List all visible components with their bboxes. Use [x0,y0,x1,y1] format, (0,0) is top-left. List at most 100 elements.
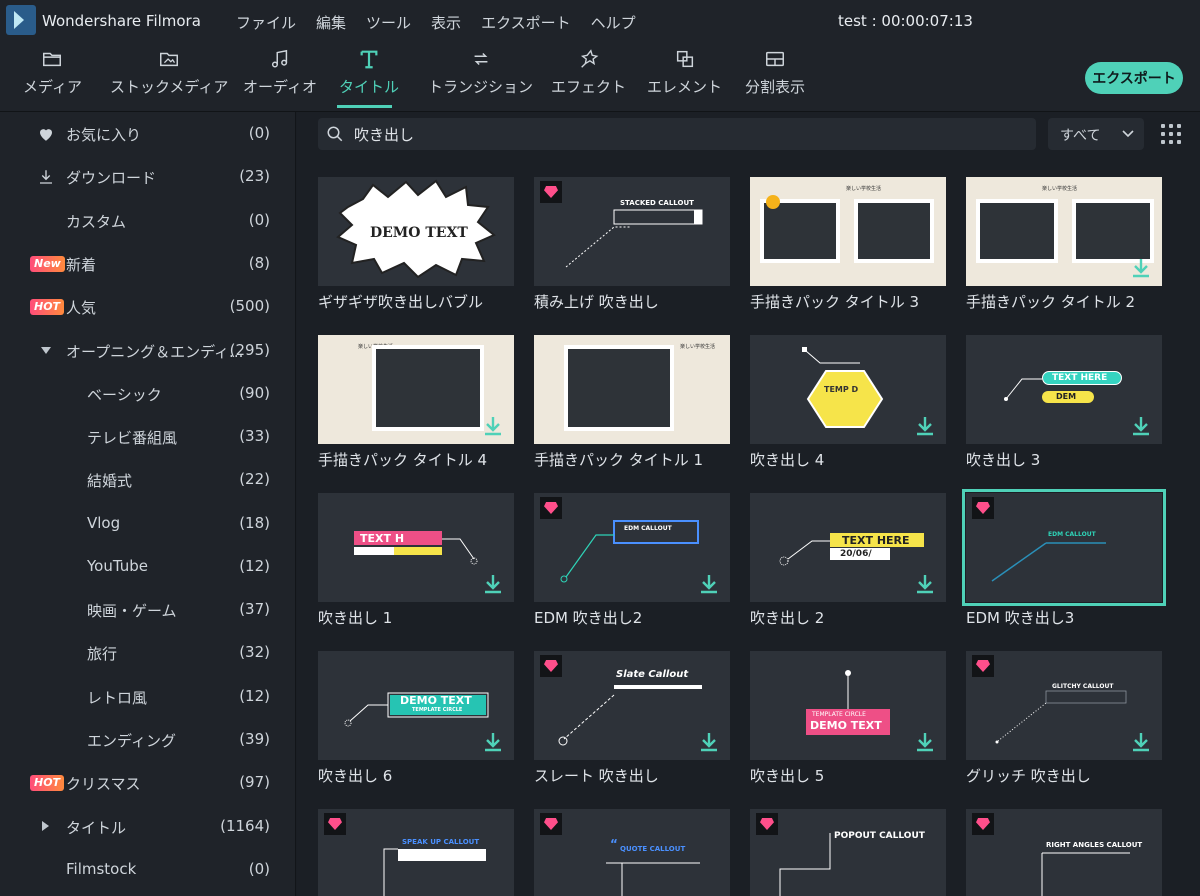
export-button[interactable]: エクスポート [1085,62,1183,94]
sidebar-item-download[interactable]: ダウンロード (23) [0,157,290,197]
expand-caret-icon[interactable] [42,821,49,831]
menu-tools[interactable]: ツール [366,12,411,33]
tool-stock-media[interactable]: ストックメディア [110,48,228,97]
thumb-text: TEMP D [824,385,859,394]
menu-edit[interactable]: 編集 [316,12,346,33]
sidebar-item-title[interactable]: タイトル (1164) [0,807,290,847]
menu-export[interactable]: エクスポート [481,12,571,33]
split-screen-icon [766,51,784,67]
thumb-text: TEXT HERE [1052,373,1108,383]
download-icon[interactable] [916,416,934,436]
sidebar-label: テレビ番組風 [87,429,178,447]
menu-view[interactable]: 表示 [431,12,461,33]
thumbnail: TEMPLATE CIRCLE DEMO TEXT [750,651,946,760]
menu-file[interactable]: ファイル [236,12,296,33]
thumbnail: “ QUOTE CALLOUT [534,809,730,896]
sidebar-item-new[interactable]: New 新着 (8) [0,244,290,284]
sidebar-subitem-vlog[interactable]: Vlog (18) [0,504,290,544]
filmora-logo-icon [6,5,36,35]
project-title: test : 00:00:07:13 [838,12,973,30]
callout-line-graphic [1041,852,1130,896]
title-t-icon [360,50,378,69]
tool-label: ストックメディア [110,78,229,96]
download-icon [40,170,52,184]
thumbnail: STACKED CALLOUT [534,177,730,286]
thumbnail: TEXT H [318,493,514,602]
menu-help[interactable]: ヘルプ [591,12,636,33]
tool-media[interactable]: メディア [23,48,82,97]
download-icon[interactable] [484,732,502,752]
thumb-text-2: TEMPLATE CIRCLE [812,711,866,718]
thumb-text-2: TEMPLATE CIRCLE [412,707,463,713]
premium-gem-icon [972,655,994,677]
thumb-text: Slate Callout [616,669,689,680]
title-bar: Wondershare Filmora ファイル 編集 ツール 表示 エクスポー… [0,0,1200,44]
sidebar-subitem-basic[interactable]: ベーシック (90) [0,374,290,414]
card-name: 吹き出し 5 [750,767,825,785]
sidebar-item-opening-ending[interactable]: オープニング＆エンディ... (295) [0,331,290,371]
sidebar-label: 旅行 [87,645,118,663]
download-icon[interactable] [1132,416,1150,436]
card-name: スレート 吹き出し [534,767,659,785]
tool-label: メディア [23,78,82,96]
thumb-text-2: DEM [1056,392,1077,401]
sidebar-subitem-wedding[interactable]: 結婚式 (22) [0,460,290,500]
tool-effect[interactable]: エフェクト [551,48,626,97]
heart-icon [40,129,52,141]
sidebar-count: (90) [239,384,270,402]
tool-audio[interactable]: オーディオ [243,48,317,97]
premium-gem-icon [324,813,346,835]
thumb-text: EDM CALLOUT [1048,531,1096,538]
search-box[interactable] [318,118,1036,150]
sidebar-item-filmstock[interactable]: Filmstock (0) [0,850,290,890]
music-note-icon [271,49,288,68]
sidebar-subitem-movie-game[interactable]: 映画・ゲーム (37) [0,590,290,630]
sidebar-count: (0) [248,124,270,142]
sun-icon [766,195,780,209]
sidebar-count: (97) [239,773,270,791]
sidebar-subitem-travel[interactable]: 旅行 (32) [0,633,290,673]
sidebar-subitem-ending[interactable]: エンディング (39) [0,720,290,760]
download-icon[interactable] [916,574,934,594]
download-icon[interactable] [700,574,718,594]
tool-title[interactable]: タイトル [339,48,399,97]
sidebar-count: (18) [239,514,270,532]
sidebar-item-custom[interactable]: カスタム (0) [0,201,290,241]
thumbnail: TEXT HERE 20/06/ [750,493,946,602]
active-tab-indicator [337,105,392,108]
sidebar-count: (22) [239,470,270,488]
thumb-text: SPEAK UP CALLOUT [402,838,480,846]
thumb-text: 楽しい学校生活 [1042,186,1078,192]
sidebar-item-popular[interactable]: HOT 人気 (500) [0,287,290,327]
expand-caret-icon[interactable] [41,347,51,354]
tool-transition[interactable]: トランジション [428,48,533,97]
sidebar-subitem-youtube[interactable]: YouTube (12) [0,547,290,587]
download-icon[interactable] [484,574,502,594]
sidebar-count: (23) [239,167,270,185]
sidebar-subitem-retro[interactable]: レトロ風 (12) [0,677,290,717]
download-icon[interactable] [1132,258,1150,278]
callout-line-graphic [991,542,1106,582]
tool-label: 分割表示 [745,78,806,96]
thumb-text: TEXT H [360,532,405,545]
search-input[interactable] [354,118,1024,150]
sidebar-subitem-tv[interactable]: テレビ番組風 (33) [0,417,290,457]
thumb-text-2: 20/06/ [840,549,872,559]
tool-split-screen[interactable]: 分割表示 [745,48,805,97]
sidebar-label: Filmstock [66,860,137,878]
sidebar-item-christmas[interactable]: HOT クリスマス (97) [0,763,290,803]
filter-value: すべて [1060,128,1101,144]
download-icon[interactable] [700,732,718,752]
filter-dropdown[interactable]: すべて [1048,118,1144,150]
sidebar-count: (0) [248,860,270,878]
sidebar-count: (12) [239,557,270,575]
download-icon[interactable] [484,416,502,436]
grid-view-icon[interactable] [1161,124,1181,144]
download-icon[interactable] [1132,732,1150,752]
thumb-text: 楽しい学校生活 [846,186,882,192]
sidebar-count: (500) [229,297,270,315]
download-icon[interactable] [916,732,934,752]
thumb-text: DEMO TEXT [400,694,472,707]
sidebar-item-favorites[interactable]: お気に入り (0) [0,114,290,154]
tool-element[interactable]: エレメント [647,48,722,97]
